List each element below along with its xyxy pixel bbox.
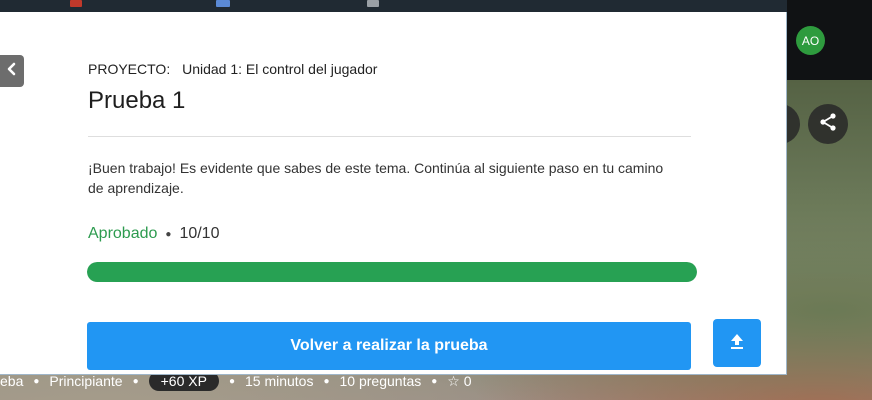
meta-duration: 15 minutos bbox=[244, 373, 314, 389]
separator-dot: ● bbox=[228, 375, 235, 387]
meta-type: eba bbox=[0, 373, 24, 389]
meta-stars: ☆ 0 bbox=[447, 373, 471, 390]
progress-fill bbox=[87, 262, 697, 282]
retry-quiz-button[interactable]: Volver a realizar la prueba bbox=[87, 322, 691, 370]
separator-dot: ● bbox=[33, 375, 40, 387]
separator-dot: ● bbox=[132, 375, 139, 387]
score-value: 10/10 bbox=[179, 225, 220, 242]
status-badge: Aprobado bbox=[88, 225, 158, 242]
project-name[interactable]: Unidad 1: El control del jugador bbox=[182, 61, 377, 77]
quiz-result-modal: PROYECTO: Unidad 1: El control del jugad… bbox=[0, 12, 787, 375]
share-icon bbox=[818, 112, 838, 137]
separator-dot: ● bbox=[165, 228, 172, 240]
project-label: PROYECTO: bbox=[88, 61, 171, 77]
toolbar-tab-icon bbox=[70, 0, 82, 7]
scroll-top-button[interactable] bbox=[713, 319, 761, 367]
separator-dot: ● bbox=[323, 375, 330, 387]
score-progress-bar bbox=[87, 262, 697, 282]
result-message: ¡Buen trabajo! Es evidente que sabes de … bbox=[88, 160, 664, 196]
result-status: Aprobado ● 10/10 bbox=[88, 225, 219, 243]
back-button[interactable] bbox=[0, 55, 24, 87]
meta-level: Principiante bbox=[49, 373, 123, 389]
chevron-left-icon bbox=[6, 62, 18, 81]
page-title: Prueba 1 bbox=[88, 87, 186, 114]
upload-icon bbox=[728, 332, 746, 355]
avatar[interactable]: AO bbox=[796, 26, 825, 55]
divider bbox=[88, 136, 691, 137]
toolbar-tab-icon bbox=[367, 0, 379, 7]
project-breadcrumb: PROYECTO: Unidad 1: El control del jugad… bbox=[88, 61, 377, 77]
share-button[interactable] bbox=[808, 104, 848, 144]
toolbar-tab-icon bbox=[216, 0, 230, 7]
meta-questions: 10 preguntas bbox=[339, 373, 422, 389]
browser-toolbar bbox=[0, 0, 872, 12]
separator-dot: ● bbox=[431, 375, 438, 387]
